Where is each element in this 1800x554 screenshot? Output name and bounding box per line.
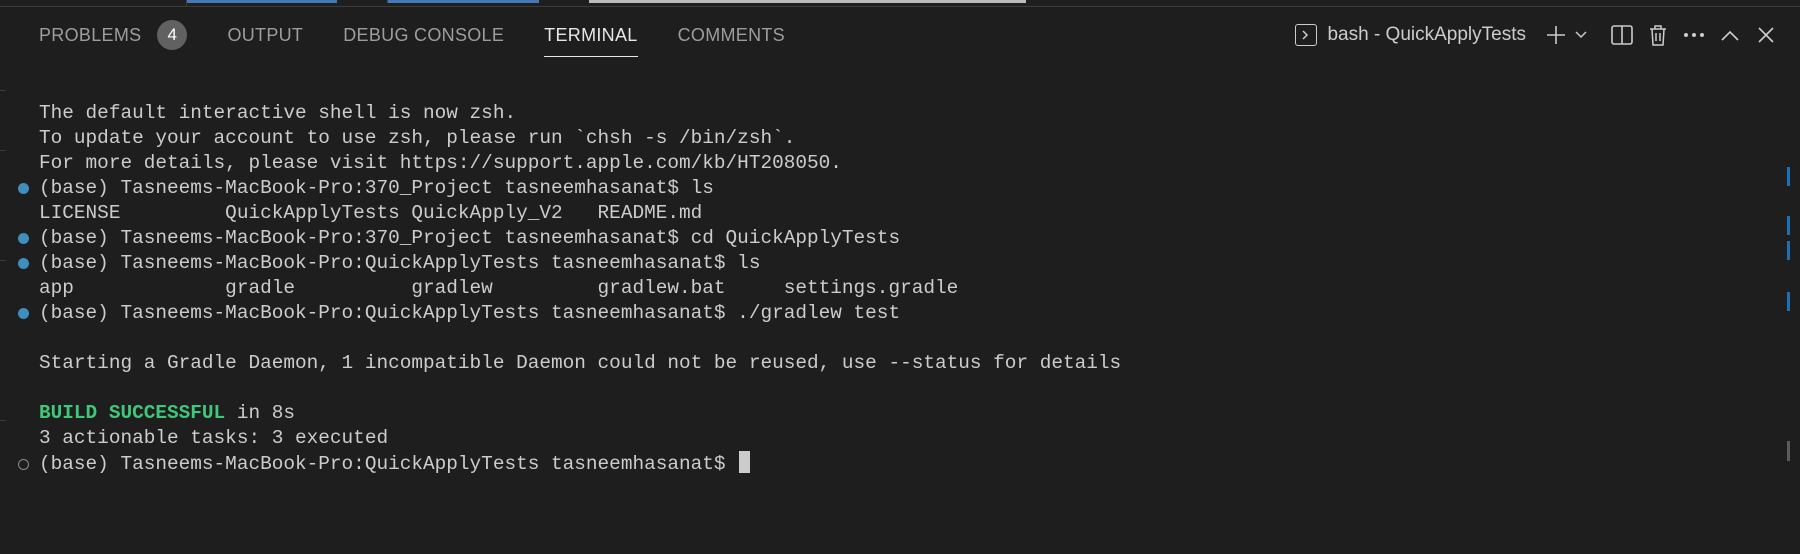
scrollbar-marker — [1787, 216, 1790, 235]
build-duration: in 8s — [225, 402, 296, 424]
command-success-marker[interactable] — [18, 308, 29, 319]
tab-problems[interactable]: PROBLEMS 4 — [39, 7, 188, 63]
trash-icon — [1648, 24, 1668, 46]
terminal-profile-dropdown[interactable] — [1570, 17, 1592, 53]
tab-debug-console[interactable]: DEBUG CONSOLE — [343, 7, 504, 63]
scrollbar-thumb[interactable] — [1787, 441, 1790, 461]
terminal-line: (base) Tasneems-MacBook-Pro:QuickApplyTe… — [39, 302, 901, 324]
command-success-marker[interactable] — [18, 233, 29, 244]
terminal-line: Starting a Gradle Daemon, 1 incompatible… — [39, 352, 1122, 374]
tab-problems-label: PROBLEMS — [39, 24, 142, 45]
terminal-line: app gradle gradlew gradlew.bat settings.… — [39, 277, 959, 299]
tab-terminal-label: TERMINAL — [544, 24, 638, 45]
terminal-line: To update your account to use zsh, pleas… — [39, 127, 796, 149]
terminal-line: (base) Tasneems-MacBook-Pro:370_Project … — [39, 177, 714, 199]
prompt-text: (base) Tasneems-MacBook-Pro:QuickApplyTe… — [39, 453, 738, 475]
terminal-line: The default interactive shell is now zsh… — [39, 102, 517, 124]
chevron-down-icon — [1575, 31, 1587, 39]
panel-header: PROBLEMS 4 OUTPUT DEBUG CONSOLE TERMINAL… — [0, 7, 1800, 63]
tab-comments-label: COMMENTS — [677, 24, 785, 45]
build-status: BUILD SUCCESSFUL — [39, 402, 226, 424]
split-icon — [1611, 25, 1633, 45]
tab-debug-console-label: DEBUG CONSOLE — [343, 24, 505, 45]
chevron-up-icon — [1721, 30, 1739, 41]
command-success-marker[interactable] — [18, 183, 29, 194]
scrollbar-marker — [1787, 167, 1790, 186]
kill-terminal-button[interactable] — [1640, 17, 1676, 53]
plus-icon — [1545, 24, 1567, 46]
new-terminal-button[interactable] — [1542, 17, 1570, 53]
terminal-output[interactable]: The default interactive shell is now zsh… — [0, 63, 1780, 554]
terminal-line: (base) Tasneems-MacBook-Pro:QuickApplyTe… — [39, 252, 761, 274]
terminal-line: BUILD SUCCESSFUL in 8s — [39, 401, 295, 426]
terminal-line: 3 actionable tasks: 3 executed — [39, 427, 389, 449]
scrollbar-marker — [1787, 292, 1790, 311]
scrollbar-marker — [1787, 241, 1790, 260]
close-panel-button[interactable] — [1748, 17, 1784, 53]
command-pending-marker[interactable] — [18, 459, 29, 470]
tab-comments[interactable]: COMMENTS — [678, 7, 785, 63]
tab-output[interactable]: OUTPUT — [227, 7, 303, 63]
command-success-marker[interactable] — [18, 258, 29, 269]
close-icon — [1758, 27, 1774, 43]
tab-terminal[interactable]: TERMINAL — [544, 7, 639, 63]
terminal-icon — [1295, 24, 1318, 46]
tab-output-label: OUTPUT — [227, 24, 304, 45]
terminal-cursor — [739, 451, 751, 473]
terminal-line: LICENSE QuickApplyTests QuickApply_V2 RE… — [39, 202, 703, 224]
more-actions-button[interactable] — [1676, 17, 1712, 53]
split-terminal-button[interactable] — [1604, 17, 1640, 53]
panel-tabs: PROBLEMS 4 OUTPUT DEBUG CONSOLE TERMINAL… — [39, 7, 825, 63]
maximize-panel-button[interactable] — [1712, 17, 1748, 53]
more-icon — [1683, 32, 1705, 38]
editor-text-peek — [186, 0, 1026, 3]
terminal-name-label: bash - QuickApplyTests — [1327, 24, 1526, 45]
terminal-line: For more details, please visit https://s… — [39, 152, 842, 174]
panel-actions: bash - QuickApplyTests — [1295, 7, 1800, 63]
editor-top-strip — [0, 0, 1800, 7]
terminal-prompt-line: (base) Tasneems-MacBook-Pro:QuickApplyTe… — [39, 451, 751, 476]
terminal-line: (base) Tasneems-MacBook-Pro:370_Project … — [39, 227, 901, 249]
problems-count-badge: 4 — [157, 20, 188, 50]
terminal-selector[interactable]: bash - QuickApplyTests — [1295, 24, 1526, 46]
